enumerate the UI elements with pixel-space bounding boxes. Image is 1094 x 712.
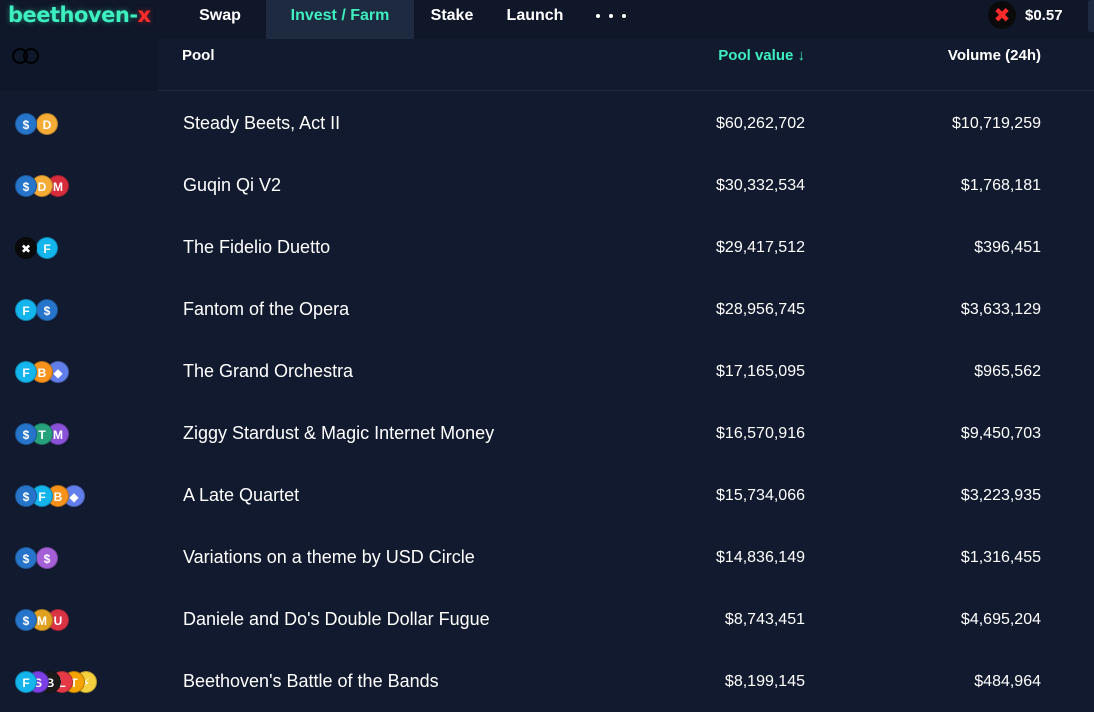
- logo-x: x: [137, 3, 152, 27]
- pool-volume-24h: $9,450,703: [960, 425, 1041, 442]
- pool-name[interactable]: Daniele and Do's Double Dollar Fugue: [183, 609, 490, 630]
- nav-launch[interactable]: Launch: [496, 0, 574, 39]
- pool-value: $8,743,451: [724, 611, 805, 628]
- pool-name[interactable]: The Grand Orchestra: [183, 361, 353, 382]
- pool-name[interactable]: A Late Quartet: [183, 485, 299, 506]
- pool-name[interactable]: Guqin Qi V2: [183, 175, 281, 196]
- pool-value: $14,836,149: [716, 549, 805, 566]
- pool-volume-24h: $1,316,455: [960, 549, 1041, 566]
- usd-circle-icon: $: [36, 547, 58, 569]
- table-row[interactable]: F B ◆ The Grand Orchestra $17,165,095 $965,56…: [0, 340, 1094, 402]
- pool-value: $16,570,916: [716, 425, 805, 442]
- table-row[interactable]: $ $ Variations on a theme by USD Circle $14…: [0, 526, 1094, 588]
- nav-invest-farm[interactable]: Invest / Farm: [266, 0, 414, 39]
- pool-name[interactable]: Variations on a theme by USD Circle: [183, 547, 475, 568]
- pool-name[interactable]: Fantom of the Opera: [183, 299, 349, 320]
- pool-volume-24h: $965,562: [974, 363, 1041, 380]
- token-price-widget[interactable]: ✖ $0.57: [988, 1, 1063, 29]
- header-pool: Pool: [182, 47, 215, 64]
- top-nav: beethoven-x Swap Invest / Farm Stake Lau…: [0, 0, 1094, 39]
- pool-name[interactable]: The Fidelio Duetto: [183, 237, 330, 258]
- pool-volume-24h: $396,451: [974, 239, 1041, 256]
- pool-name[interactable]: Steady Beets, Act II: [183, 113, 340, 134]
- nav-stake[interactable]: Stake: [418, 0, 486, 39]
- usdc-icon: $: [15, 609, 37, 631]
- pool-value: $8,199,145: [724, 673, 805, 690]
- usdc-icon: $: [15, 423, 37, 445]
- table-row[interactable]: $ T M Ziggy Stardust & Magic Internet Money…: [0, 402, 1094, 464]
- pool-volume-24h: $3,633,129: [960, 301, 1041, 318]
- pool-volume-24h: $1,768,181: [960, 177, 1041, 194]
- pool-name[interactable]: Ziggy Stardust & Magic Internet Money: [183, 423, 494, 444]
- beets-token-icon: ✖: [988, 1, 1016, 29]
- pool-value: $30,332,534: [716, 177, 805, 194]
- pool-name[interactable]: Beethoven's Battle of the Bands: [183, 671, 439, 692]
- table-row[interactable]: $ D Steady Beets, Act II $60,262,702 $10,719…: [0, 92, 1094, 154]
- header-icon-cell: [0, 39, 158, 91]
- ftm-icon: F: [36, 237, 58, 259]
- pool-volume-24h: $10,719,259: [952, 115, 1041, 132]
- pool-value: $60,262,702: [716, 115, 805, 132]
- usdc-icon: $: [15, 485, 37, 507]
- pool-volume-24h: $484,964: [974, 673, 1041, 690]
- usdc-icon: $: [15, 113, 37, 135]
- table-header: Pool Pool value ↓ Volume (24h): [0, 39, 1094, 91]
- beets-icon: ✖: [15, 237, 37, 259]
- more-menu-icon[interactable]: [596, 8, 626, 24]
- pool-volume-24h: $4,695,204: [960, 611, 1041, 628]
- table-row[interactable]: $ D M Guqin Qi V2 $30,332,534 $1,768,181: [0, 154, 1094, 216]
- logo-text: beethoven-: [8, 3, 138, 27]
- ftm-icon: F: [15, 361, 37, 383]
- pool-value: $17,165,095: [716, 363, 805, 380]
- table-row[interactable]: ✖ F The Fidelio Duetto $29,417,512 $396,451: [0, 216, 1094, 278]
- dai-icon: D: [36, 113, 58, 135]
- table-row[interactable]: F S B L T ⚡ Beethoven's Battle of the Bands $8,…: [0, 650, 1094, 712]
- table-row[interactable]: $ M U Daniele and Do's Double Dollar Fugue $…: [0, 588, 1094, 650]
- usdc-icon: $: [36, 299, 58, 321]
- usdc-icon: $: [15, 547, 37, 569]
- app-logo[interactable]: beethoven-x: [8, 3, 151, 27]
- ftm-icon: F: [15, 299, 37, 321]
- pool-value: $29,417,512: [716, 239, 805, 256]
- tokens-rings-icon: [12, 48, 42, 64]
- table-row[interactable]: F $ Fantom of the Opera $28,956,745 $3,633,1…: [0, 278, 1094, 340]
- wallet-button-edge[interactable]: [1088, 0, 1094, 32]
- usdc-icon: $: [15, 175, 37, 197]
- header-volume-24h[interactable]: Volume (24h): [948, 47, 1041, 64]
- pool-value: $15,734,066: [716, 487, 805, 504]
- ftm-icon: F: [15, 671, 37, 693]
- pool-volume-24h: $3,223,935: [960, 487, 1041, 504]
- nav-swap[interactable]: Swap: [185, 0, 255, 39]
- table-row[interactable]: $ F B ◆ A Late Quartet $15,734,066 $3,223,935: [0, 464, 1094, 526]
- pool-value: $28,956,745: [716, 301, 805, 318]
- header-pool-value-sort[interactable]: Pool value ↓: [718, 47, 805, 64]
- token-price: $0.57: [1025, 6, 1063, 24]
